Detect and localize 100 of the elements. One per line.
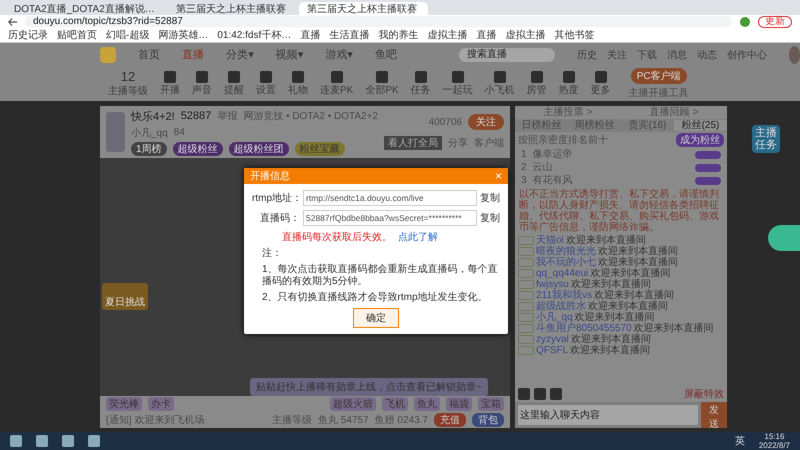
rank-badge[interactable]: 看人打全局 (384, 136, 442, 150)
bag-button[interactable]: 背包 (472, 413, 504, 427)
ime-indicator[interactable]: 英 (734, 434, 745, 448)
streamer-name[interactable]: 小凡_qq (130, 126, 168, 140)
fan-name[interactable]: 云山 (532, 162, 553, 173)
header-action[interactable]: 关注 (606, 48, 627, 62)
tool-label[interactable]: 设置 (256, 82, 276, 96)
browser-tab[interactable]: 第三届天之上杯主播联赛 (298, 2, 428, 15)
tool-label[interactable]: 声音 (192, 82, 212, 96)
recharge-button[interactable]: 充值 (434, 413, 466, 427)
chat-username[interactable]: zyzyval (536, 334, 569, 345)
bookmark[interactable]: 历史记录 (8, 28, 48, 42)
browser-tab[interactable]: 第三届天之上杯主播联赛 (168, 2, 297, 15)
tool-label[interactable]: 礼物 (288, 82, 308, 96)
chat-username[interactable]: 211我和我vs (536, 290, 592, 301)
medal-banner[interactable]: 贴贴赶快上播稀有勋章上线，点击查看已解锁勋章~ (250, 378, 488, 396)
gift-item[interactable]: 宝箱 (478, 397, 504, 411)
tool-label[interactable]: 任务 (410, 82, 431, 96)
text-field[interactable]: 52887rfQbdbe8bbaa?wsSecret=********** (303, 210, 477, 226)
gift-item[interactable]: 福袋 (446, 397, 472, 411)
chat-username[interactable]: 小凡_qq (536, 312, 573, 323)
nav-item[interactable]: 首页 (138, 47, 160, 62)
tool-label[interactable]: 小飞机 (484, 82, 515, 96)
tool-label[interactable]: 提醒 (224, 82, 244, 96)
event-badge[interactable]: 夏日挑战 (102, 283, 148, 310)
tool-label[interactable]: 全部PK (365, 82, 399, 96)
tool-label[interactable]: 更多 (590, 82, 611, 96)
bookmark[interactable]: 网游英雄… (158, 28, 208, 42)
bookmark[interactable]: 我的养生 (378, 28, 418, 42)
chat-input[interactable]: 这里输入聊天内容 (518, 405, 698, 425)
room-tag[interactable]: 超级粉丝 (172, 142, 223, 156)
header-action[interactable]: 下载 (636, 48, 657, 62)
chat-username[interactable]: QFSFL (536, 345, 568, 356)
search-field[interactable]: 搜索直播 (458, 48, 555, 62)
header-action[interactable]: 历史 (576, 48, 597, 62)
bookmark[interactable]: 生活直播 (329, 28, 370, 42)
gift-item[interactable]: 超级火箭 (330, 397, 376, 411)
chat-link[interactable]: 主播投票 > (544, 107, 592, 118)
bookmark[interactable]: 直播 (476, 28, 496, 42)
tool-label[interactable]: 连麦PK (320, 82, 354, 96)
header-action[interactable]: 动态 (696, 48, 717, 62)
copy-button[interactable]: 复制 (480, 191, 500, 205)
room-tag[interactable]: 1周榜 (130, 142, 167, 156)
chat-username[interactable]: 超级战胜水 (536, 301, 586, 312)
address-bar[interactable]: douyu.com/topic/tzsb3?rid=52887 (25, 16, 732, 27)
anchor-level[interactable]: 主播等级 (272, 413, 312, 427)
chat-tab[interactable]: 周榜粉丝 (568, 120, 621, 131)
nav-item[interactable]: 游戏▾ (325, 47, 353, 62)
fan-name[interactable]: 有花有风 (532, 175, 573, 186)
learn-more-link[interactable]: 点此了解 (398, 230, 438, 244)
join-fans-button[interactable]: 成为粉丝 (676, 133, 724, 147)
bookmark[interactable]: 贴吧首页 (57, 28, 97, 42)
chat-username[interactable]: qq_qq44eui (536, 268, 588, 279)
nav-item[interactable]: 直播 (182, 47, 204, 62)
bookmark[interactable]: 直播 (300, 28, 320, 42)
browser-tab[interactable]: DOTA2直播_DOTA2直播解说… (6, 2, 166, 15)
close-button[interactable]: × (494, 169, 502, 183)
gift-item[interactable]: 飞机 (382, 397, 408, 411)
category-path[interactable]: 网游竞技 • DOTA2 • DOTA2+2 (243, 109, 378, 123)
chat-tab[interactable]: 粉丝(25) (674, 120, 727, 131)
room-tag[interactable]: 粉丝宝藏 (294, 142, 345, 156)
chat-link[interactable]: 直播回顾 > (650, 107, 698, 118)
tool-label[interactable]: 一起玩 (442, 82, 473, 96)
clock-time[interactable]: 15:16 (764, 432, 784, 441)
bookmark[interactable]: 幻唱-超级 (106, 28, 150, 42)
task-sticker[interactable]: 主播任务 (752, 125, 780, 153)
tool-label[interactable]: 开播 (160, 82, 180, 96)
tool-label[interactable]: 热度 (558, 82, 579, 96)
send-button[interactable]: 发送 (701, 402, 727, 428)
bookmark[interactable]: 虚拟主播 (505, 28, 546, 42)
report-link[interactable]: 举报 (217, 109, 238, 123)
chat-tab[interactable]: 日榜粉丝 (515, 120, 568, 131)
pc-client-button[interactable]: PC客户端 (630, 68, 687, 84)
fan-name[interactable]: 像幸运帝 (532, 149, 573, 160)
chat-username[interactable]: 天猫ol (536, 235, 564, 246)
header-action[interactable]: 创作中心 (726, 48, 767, 62)
block-effects-toggle[interactable]: 屏蔽特效 (684, 388, 724, 400)
chat-username[interactable]: 我不玩的小七 (536, 257, 596, 268)
tool-label[interactable]: 房管 (526, 82, 547, 96)
bookmark[interactable]: 其他书签 (554, 28, 594, 42)
ok-button[interactable]: 确定 (353, 308, 399, 328)
client-link[interactable]: 客户端 (474, 136, 504, 150)
chat-username[interactable]: 斗鱼用户8050455570 (536, 323, 632, 334)
gift-item[interactable]: 办卡 (148, 397, 174, 411)
bookmark[interactable]: 01:42:fdsf千杯… (217, 28, 292, 42)
header-action[interactable]: 消息 (666, 48, 687, 62)
chat-tab[interactable]: 贵宾(16) (621, 120, 674, 131)
bookmark[interactable]: 虚拟主播 (427, 28, 468, 42)
copy-button[interactable]: 复制 (480, 211, 500, 225)
room-tag[interactable]: 超级粉丝团 (228, 142, 289, 156)
follow-button[interactable]: 关注 (468, 114, 504, 130)
clock-date[interactable]: 2022/8/7 (758, 441, 790, 450)
chat-username[interactable]: fwjsysu (536, 279, 569, 290)
share-link[interactable]: 分享 (448, 136, 468, 150)
text-field[interactable]: rtmp://sendtc1a.douyu.com/live (303, 190, 477, 206)
nav-item[interactable]: 视频▾ (276, 47, 304, 62)
gift-item[interactable]: 鱼丸 (414, 397, 440, 411)
nav-item[interactable]: 分类▾ (226, 47, 254, 62)
chat-username[interactable]: 暗夜的狼光光 (536, 246, 596, 257)
gift-item[interactable]: 荧光棒 (106, 397, 142, 411)
